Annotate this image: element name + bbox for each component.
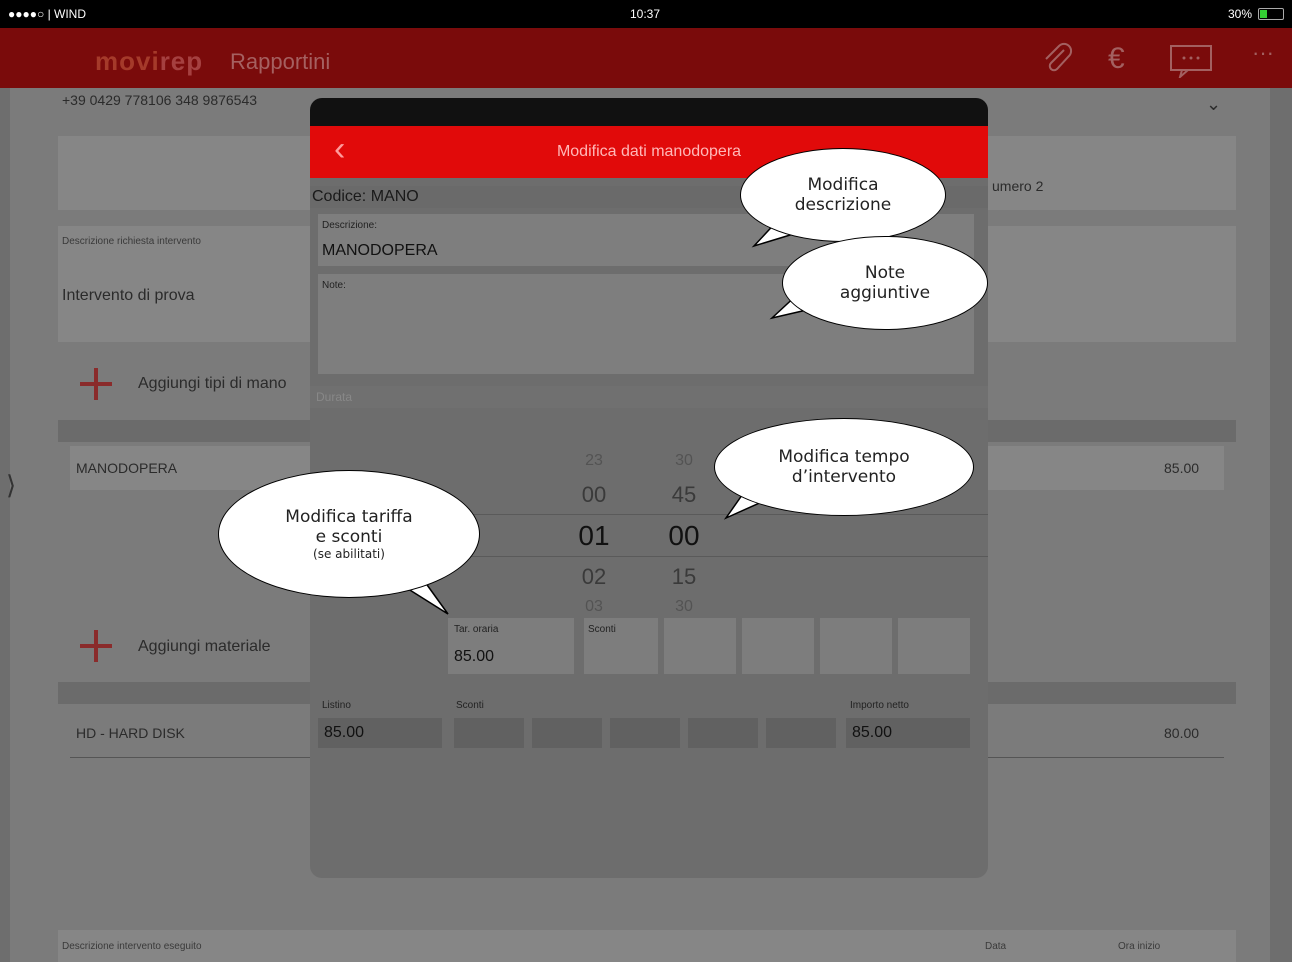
clock: 10:37 — [630, 7, 661, 21]
hour-option[interactable]: 00 — [564, 482, 624, 508]
add-material-button[interactable]: Aggiungi materiale — [138, 638, 271, 656]
callout-descrizione: Modifica descrizione — [740, 148, 946, 242]
request-label: Descrizione richiesta intervento — [62, 236, 201, 247]
listino-value: 85.00 — [324, 724, 365, 741]
note-label: Note: — [322, 280, 346, 291]
minute-option[interactable]: 15 — [654, 564, 714, 590]
minute-option[interactable]: 30 — [654, 452, 714, 470]
listino-label: Listino — [322, 700, 351, 711]
listino-sconto-4 — [688, 718, 758, 748]
paperclip-icon[interactable] — [1040, 42, 1074, 84]
add-material-icon[interactable] — [80, 630, 112, 662]
numero-text: umero 2 — [992, 178, 1044, 194]
app-header: movirep Rapportini € ··· — [0, 28, 1292, 88]
hour-option[interactable]: 02 — [564, 564, 624, 590]
material-row-desc: HD - HARD DISK — [76, 725, 185, 741]
listino-field: 85.00 — [318, 718, 442, 748]
hour-selected[interactable]: 01 — [564, 520, 624, 552]
codice-label: Codice: MANO — [312, 188, 419, 205]
sconto-field-4[interactable] — [820, 618, 892, 674]
footer-card — [58, 930, 1236, 962]
listino-sconto-2 — [532, 718, 602, 748]
euro-icon[interactable]: € — [1108, 42, 1125, 76]
tariffa-value: 85.00 — [454, 648, 495, 665]
labour-row-total: 85.00 — [1164, 460, 1200, 476]
hour-option[interactable]: 23 — [564, 452, 624, 470]
sconto-field-1[interactable]: Sconti — [584, 618, 658, 674]
app-logo: movirep — [95, 46, 204, 76]
app-title: Rapportini — [230, 49, 331, 74]
sconto-field-2[interactable] — [664, 618, 736, 674]
callout-tempo: Modifica tempo d’intervento — [714, 418, 974, 516]
phone-text: +39 0429 778106 348 9876543 — [62, 92, 258, 108]
sconti-label: Sconti — [588, 624, 616, 635]
modal-topbar — [310, 98, 988, 126]
footer-ora-label: Ora inizio — [1118, 941, 1161, 952]
durata-bar — [310, 386, 988, 408]
footer-data-label: Data — [985, 941, 1007, 952]
add-labour-button[interactable]: Aggiungi tipi di mano — [138, 375, 287, 393]
sidebar-toggle-icon[interactable]: ⟩ — [6, 470, 16, 501]
callout-tariffa: Modifica tariffa e sconti (se abilitati) — [218, 470, 480, 598]
sconto-field-5[interactable] — [898, 618, 970, 674]
netto-value: 85.00 — [852, 724, 893, 741]
callout-note: Note aggiuntive — [782, 236, 988, 330]
listino-sconto-3 — [610, 718, 680, 748]
chat-icon[interactable] — [1168, 44, 1218, 86]
minute-selected[interactable]: 00 — [654, 520, 714, 552]
minute-option[interactable]: 30 — [654, 598, 714, 616]
listino-sconto-5 — [766, 718, 836, 748]
chevron-down-icon[interactable]: ⌄ — [1206, 94, 1221, 115]
tariffa-label: Tar. oraria — [454, 624, 499, 635]
add-labour-icon[interactable] — [80, 368, 112, 400]
more-icon[interactable]: ··· — [1252, 40, 1274, 66]
carrier-label: ●●●●○ | WIND — [8, 7, 87, 21]
descrizione-value: MANODOPERA — [322, 242, 438, 259]
descrizione-label: Descrizione: — [322, 220, 378, 231]
status-bar: ●●●●○ | WIND 10:37 30% — [0, 0, 1292, 28]
netto-label: Importo netto — [850, 700, 909, 711]
netto-field: 85.00 — [846, 718, 970, 748]
battery-percent: 30% — [1227, 7, 1252, 21]
listino-sconto-1 — [454, 718, 524, 748]
durata-label: Durata — [316, 390, 353, 404]
battery-icon — [1258, 8, 1284, 20]
sconti-row-label: Sconti — [456, 700, 484, 711]
request-value: Intervento di prova — [62, 287, 195, 304]
material-row-total: 80.00 — [1164, 725, 1200, 741]
tariffa-field[interactable]: Tar. oraria 85.00 — [448, 618, 574, 674]
hour-option[interactable]: 03 — [564, 598, 624, 616]
sconto-field-3[interactable] — [742, 618, 814, 674]
labour-row-desc: MANODOPERA — [76, 460, 178, 476]
minute-option[interactable]: 45 — [654, 482, 714, 508]
footer-desc-label: Descrizione intervento eseguito — [62, 941, 202, 952]
